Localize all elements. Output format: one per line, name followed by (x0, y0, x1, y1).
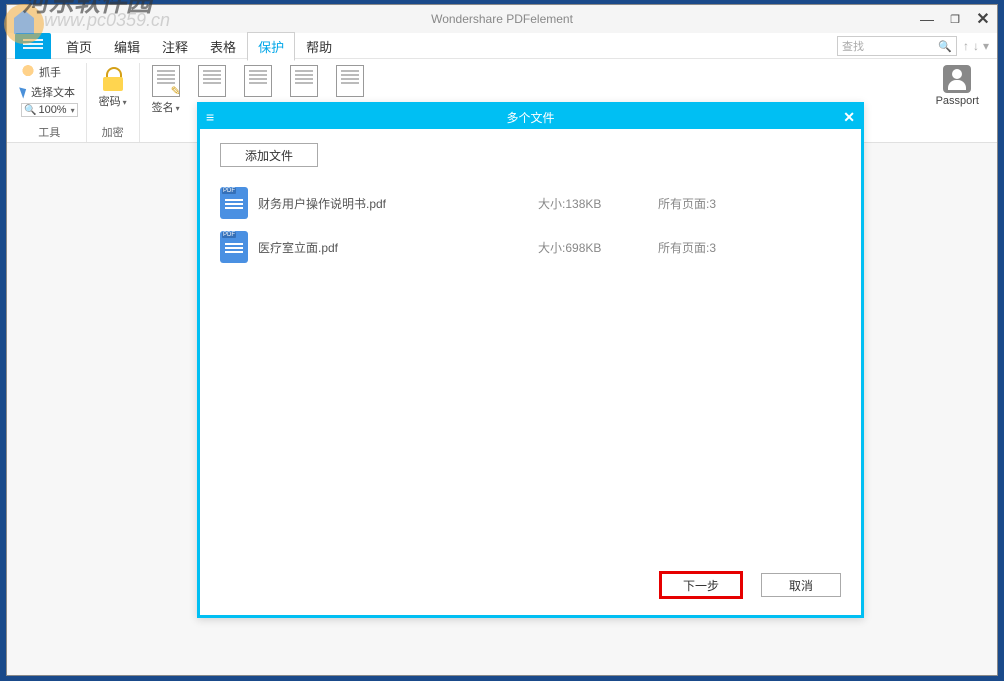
zoom-caret-icon (69, 104, 75, 116)
file-row[interactable]: 医疗室立面.pdf 大小:698KB 所有页面:3 (220, 225, 841, 269)
doc-icon-2 (198, 65, 226, 97)
multi-file-dialog: ≡ 多个文件 ✕ 添加文件 财务用户操作说明书.pdf 大小:138KB 所有页… (197, 102, 864, 618)
encrypt-group-label: 加密 (102, 124, 124, 142)
magnifier-icon (24, 104, 36, 116)
file-size: 大小:698KB (538, 239, 658, 256)
add-file-button[interactable]: 添加文件 (220, 143, 318, 167)
dialog-close-icon[interactable]: ✕ (843, 109, 855, 126)
sign-tool[interactable]: 签名 (148, 63, 184, 117)
minimize-button[interactable]: — (913, 5, 941, 33)
menu-home[interactable]: 首页 (55, 32, 103, 60)
nav-down-icon[interactable]: ↓ (973, 39, 979, 53)
sign-label: 签名 (152, 99, 180, 115)
doc-icon-4 (290, 65, 318, 97)
ribbon-group-passport: Passport (924, 63, 991, 142)
search-input[interactable]: 查找 🔍 (837, 36, 957, 56)
select-text-label: 选择文本 (31, 84, 75, 100)
lock-icon (100, 65, 126, 91)
file-pages: 所有页面:3 (658, 239, 716, 256)
doc-icon-5 (336, 65, 364, 97)
tools-group-label: 工具 (38, 124, 60, 142)
file-pages: 所有页面:3 (658, 195, 716, 212)
window-title: Wondershare PDFelement (431, 12, 573, 26)
file-size: 大小:138KB (538, 195, 658, 212)
file-name: 财务用户操作说明书.pdf (258, 195, 538, 212)
pdf-icon (220, 187, 248, 219)
menu-comment[interactable]: 注释 (151, 32, 199, 60)
menu-protect[interactable]: 保护 (247, 32, 295, 61)
hand-tool[interactable]: 抓手 (21, 63, 78, 81)
hand-icon (21, 65, 35, 79)
hand-tool-label: 抓手 (39, 64, 61, 80)
menu-help[interactable]: 帮助 (295, 32, 343, 60)
menu-form[interactable]: 表格 (199, 32, 247, 60)
search-icon[interactable]: 🔍 (938, 40, 952, 53)
passport-label: Passport (936, 95, 979, 107)
titlebar: Wondershare PDFelement — ❐ ✕ (7, 5, 997, 33)
cursor-icon (19, 85, 29, 98)
nav-up-icon[interactable]: ↑ (963, 39, 969, 53)
person-icon (943, 65, 971, 93)
zoom-value: 100% (38, 104, 66, 116)
maximize-button[interactable]: ❐ (941, 5, 969, 33)
menu-edit[interactable]: 编辑 (103, 32, 151, 60)
doc-icon-3 (244, 65, 272, 97)
select-text-tool[interactable]: 选择文本 (21, 83, 78, 101)
menubar: 首页 编辑 注释 表格 保护 帮助 查找 🔍 ↑ ↓ ▾ (7, 33, 997, 59)
next-button[interactable]: 下一步 (661, 573, 741, 597)
file-list: 财务用户操作说明书.pdf 大小:138KB 所有页面:3 医疗室立面.pdf … (220, 181, 841, 549)
zoom-control[interactable]: 100% (21, 103, 78, 117)
pdf-icon (220, 231, 248, 263)
ribbon-group-tools: 抓手 选择文本 100% 工具 (13, 63, 87, 142)
dialog-body: 添加文件 财务用户操作说明书.pdf 大小:138KB 所有页面:3 医疗室立面… (200, 129, 861, 563)
signature-doc-icon (152, 65, 180, 97)
dialog-footer: 下一步 取消 (200, 563, 861, 615)
file-name: 医疗室立面.pdf (258, 239, 538, 256)
ribbon-group-encrypt: 密码 加密 (87, 63, 140, 142)
cancel-button[interactable]: 取消 (761, 573, 841, 597)
password-label: 密码 (99, 93, 127, 109)
password-tool[interactable]: 密码 (95, 63, 131, 111)
search-placeholder: 查找 (842, 38, 864, 54)
dialog-titlebar: ≡ 多个文件 ✕ (200, 105, 861, 129)
window-close-button[interactable]: ✕ (969, 5, 997, 33)
dialog-menu-icon[interactable]: ≡ (206, 109, 214, 125)
dialog-title-text: 多个文件 (506, 109, 554, 126)
nav-menu-icon[interactable]: ▾ (983, 39, 989, 53)
file-tab-icon[interactable] (15, 33, 51, 59)
passport-tool[interactable]: Passport (932, 63, 983, 109)
file-row[interactable]: 财务用户操作说明书.pdf 大小:138KB 所有页面:3 (220, 181, 841, 225)
